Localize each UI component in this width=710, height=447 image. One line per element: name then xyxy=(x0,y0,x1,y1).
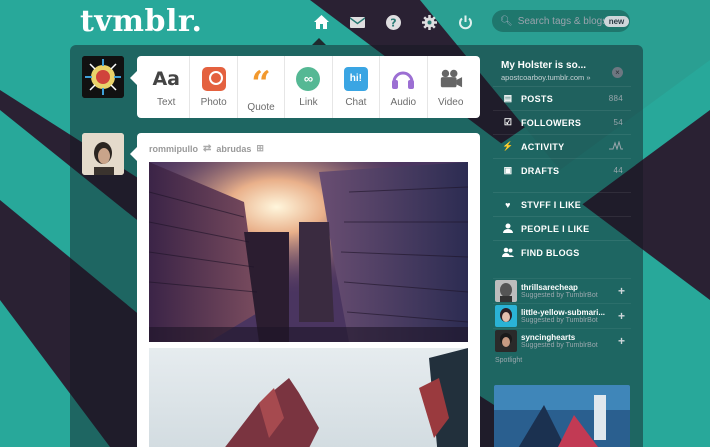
sidebar-item-drafts[interactable]: ▣ DRAFTS 44 xyxy=(493,158,631,182)
gear-icon[interactable] xyxy=(411,10,447,34)
sidebar-item-label: FIND BLOGS xyxy=(521,247,580,258)
suggested-blog-name[interactable]: syncinghearts xyxy=(521,333,598,342)
suggested-blog-name[interactable]: thrillsarecheap xyxy=(521,283,598,292)
post-type-label: Photo xyxy=(200,96,227,108)
power-icon[interactable] xyxy=(447,10,483,34)
suggested-blog-avatar[interactable] xyxy=(495,305,517,327)
person-icon xyxy=(501,223,515,235)
post-author-link[interactable]: rommipullo xyxy=(149,144,198,154)
sidebar-item-activity[interactable]: ⚡ ACTIVITY xyxy=(493,134,631,158)
suggested-by: Suggested by TumblrBot xyxy=(521,292,598,299)
post-type-quote[interactable]: “ Quote xyxy=(238,56,286,118)
suggested-by: Suggested by TumblrBot xyxy=(521,342,598,349)
top-nav: ? xyxy=(303,10,483,34)
suggested-by: Suggested by TumblrBot xyxy=(521,317,598,324)
link-icon: ∞ xyxy=(296,66,321,91)
post-type-photo[interactable]: Photo xyxy=(190,56,238,118)
follow-plus-icon[interactable]: + xyxy=(618,284,625,298)
suggested-blog[interactable]: little-yellow-submari... Suggested by Tu… xyxy=(493,303,631,328)
post-author-avatar[interactable] xyxy=(82,133,124,175)
sidebar: My Holster is so... apostcoarboy.tumblr.… xyxy=(493,56,631,368)
search-box[interactable]: 🔍︎ new xyxy=(492,10,630,32)
suggested-blogs: thrillsarecheap Suggested by TumblrBot +… xyxy=(493,278,631,368)
sidebar-item-likes[interactable]: ♥ STVFF I LIKE xyxy=(493,192,631,216)
spotlight-image[interactable] xyxy=(494,385,630,447)
search-input[interactable] xyxy=(517,15,604,27)
posts-count: 884 xyxy=(608,94,623,103)
suggested-blog[interactable]: thrillsarecheap Suggested by TumblrBot + xyxy=(493,278,631,303)
sidebar-item-followers[interactable]: ☑ FOLLOWERS 54 xyxy=(493,110,631,134)
text-icon: Aa xyxy=(152,67,180,90)
post-type-link[interactable]: ∞ Link xyxy=(285,56,333,118)
post-type-label: Chat xyxy=(345,96,367,108)
post-type-label: Text xyxy=(157,96,176,108)
camera-icon xyxy=(201,66,226,91)
post-header: rommipullo ⇄ abrudas ⊞ xyxy=(149,143,264,154)
sidebar-separator xyxy=(493,182,631,192)
new-badge: new xyxy=(603,15,630,27)
post-type-chat[interactable]: hi! Chat xyxy=(333,56,381,118)
spotlight-label: Spotlight xyxy=(495,357,523,364)
suggested-blog[interactable]: syncinghearts Suggested by TumblrBot + xyxy=(493,328,631,353)
follow-plus-icon[interactable]: + xyxy=(618,309,625,323)
blog-header[interactable]: My Holster is so... apostcoarboy.tumblr.… xyxy=(493,56,631,86)
post-photo-2[interactable] xyxy=(149,348,468,447)
logo[interactable]: tvmblr. xyxy=(80,4,202,39)
follow-plus-icon[interactable]: + xyxy=(618,334,625,348)
suggested-blog-avatar[interactable] xyxy=(495,330,517,352)
sidebar-item-label: STVFF I LIKE xyxy=(521,199,582,210)
followers-icon: ☑ xyxy=(503,117,513,127)
reblog-source-link[interactable]: abrudas xyxy=(216,144,251,154)
suggested-blog-name[interactable]: little-yellow-submari... xyxy=(521,308,605,317)
close-icon[interactable]: × xyxy=(612,67,623,78)
posts-icon: ▤ xyxy=(503,93,513,103)
my-avatar[interactable] xyxy=(82,56,124,98)
sidebar-item-following[interactable]: PEOPLE I LIKE xyxy=(493,216,631,240)
post-type-bar: Aa Text Photo “ Quote ∞ Link hi! Chat Au… xyxy=(130,56,480,118)
svg-text:?: ? xyxy=(390,16,396,29)
follow-icon[interactable]: ⊞ xyxy=(256,143,264,154)
activity-icon: ⚡ xyxy=(502,141,514,151)
sidebar-item-label: FOLLOWERS xyxy=(521,117,582,128)
sidebar-item-label: POSTS xyxy=(521,93,554,104)
post-card: rommipullo ⇄ abrudas ⊞ xyxy=(130,133,480,447)
mail-icon[interactable] xyxy=(339,10,375,34)
help-icon[interactable]: ? xyxy=(375,10,411,34)
drafts-icon: ▣ xyxy=(503,165,513,175)
find-people-icon xyxy=(501,247,515,259)
post-type-label: Link xyxy=(299,96,318,108)
post-photo[interactable] xyxy=(149,162,468,342)
reblog-icon: ⇄ xyxy=(203,143,212,154)
suggested-blog-avatar[interactable] xyxy=(495,280,517,302)
sidebar-item-label: PEOPLE I LIKE xyxy=(521,223,590,234)
headphones-icon xyxy=(391,67,415,91)
post-type-label: Quote xyxy=(247,101,275,113)
blog-url[interactable]: apostcoarboy.tumblr.com » xyxy=(501,73,623,82)
quote-icon: “ xyxy=(251,63,271,104)
blog-title[interactable]: My Holster is so... xyxy=(501,60,623,71)
search-icon: 🔍︎ xyxy=(500,15,513,27)
sidebar-item-label: ACTIVITY xyxy=(521,141,565,152)
post-type-video[interactable]: Video xyxy=(428,56,474,118)
sidebar-item-posts[interactable]: ▤ POSTS 884 xyxy=(493,86,631,110)
chat-icon: hi! xyxy=(343,66,368,91)
sidebar-item-find-blogs[interactable]: FIND BLOGS xyxy=(493,240,631,264)
video-camera-icon xyxy=(439,67,463,91)
followers-count: 54 xyxy=(613,118,623,127)
sidebar-item-label: DRAFTS xyxy=(521,165,560,176)
post-type-audio[interactable]: Audio xyxy=(380,56,428,118)
post-type-label: Video xyxy=(438,96,464,108)
post-type-label: Audio xyxy=(390,96,417,108)
drafts-count: 44 xyxy=(613,166,623,175)
heart-icon: ♥ xyxy=(505,199,511,210)
nav-active-caret xyxy=(312,38,326,45)
home-icon[interactable] xyxy=(303,10,339,34)
activity-sparkline-icon xyxy=(609,140,623,152)
post-type-text[interactable]: Aa Text xyxy=(143,56,191,118)
